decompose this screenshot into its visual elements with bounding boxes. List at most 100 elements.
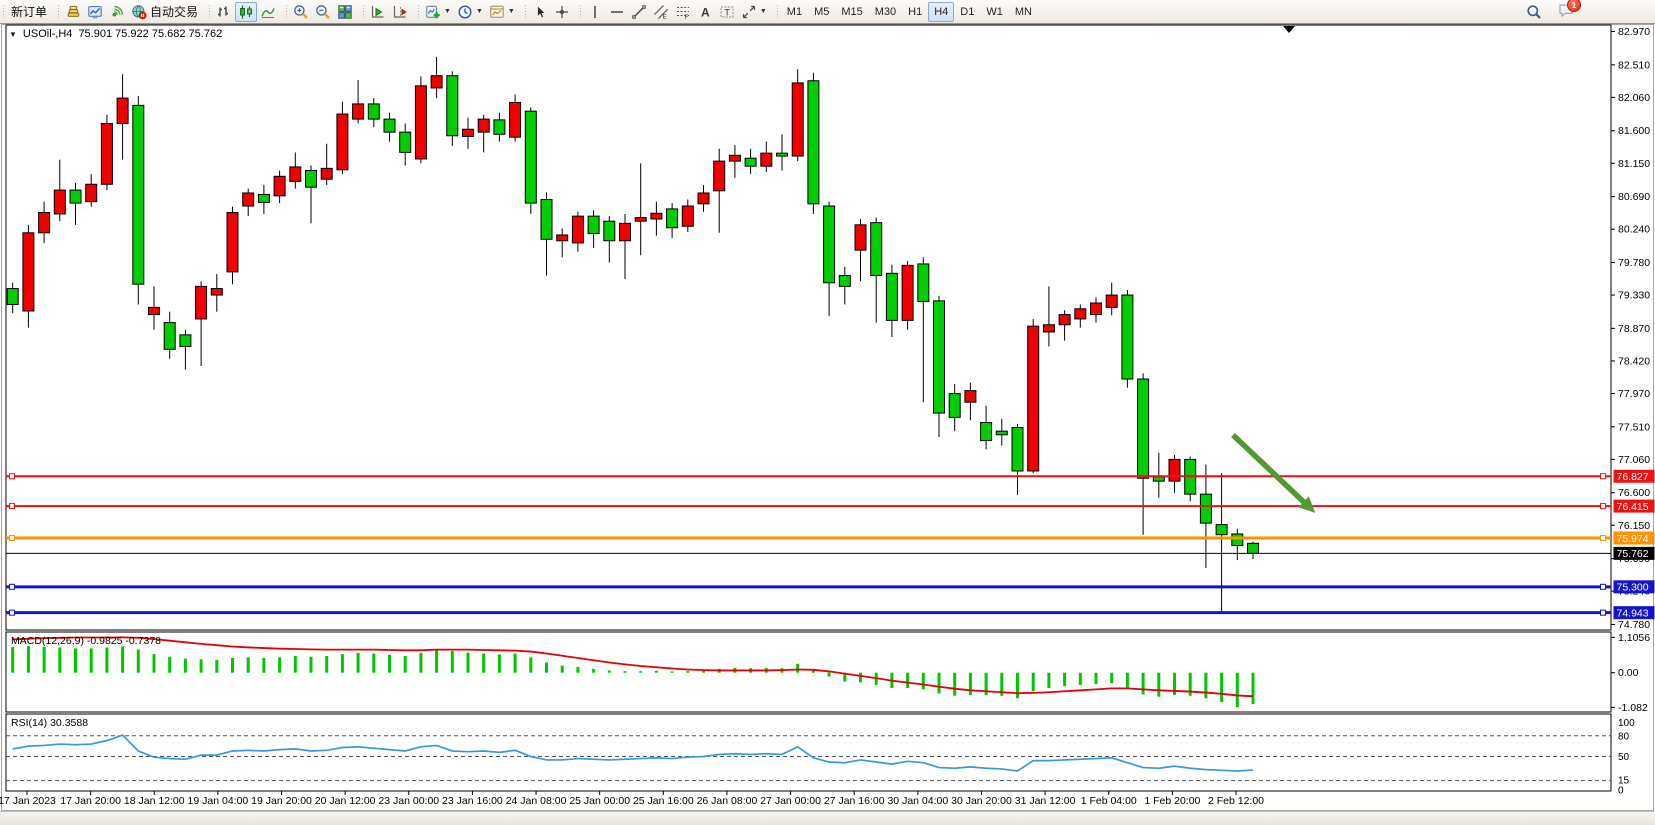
bear-candle bbox=[400, 132, 411, 152]
line-handle[interactable] bbox=[10, 504, 15, 509]
toolbar-group bbox=[360, 1, 415, 23]
bull-candle bbox=[902, 265, 913, 320]
market-watch-button[interactable] bbox=[84, 2, 106, 22]
signal-icon bbox=[109, 4, 125, 20]
chart-title: ▼ USOil-,H4 75.901 75.922 75.682 75.762 bbox=[9, 28, 222, 40]
bull-candle bbox=[965, 391, 976, 403]
time-tick-label: 25 Jan 00:00 bbox=[569, 795, 630, 807]
bear-candle bbox=[604, 221, 615, 241]
toolbar-group bbox=[522, 1, 577, 23]
line-handle[interactable] bbox=[10, 610, 15, 615]
rsi-label: RSI(14) 30.3588 bbox=[11, 717, 88, 729]
chart-canvas[interactable]: 82.97082.51082.06081.60081.15080.69080.2… bbox=[0, 0, 1655, 825]
bear-candle bbox=[996, 431, 1007, 435]
timeframe-d1[interactable]: D1 bbox=[954, 2, 980, 22]
bull-candle bbox=[39, 213, 50, 233]
tile-windows-icon bbox=[337, 4, 353, 20]
time-tick-label: 24 Jan 08:00 bbox=[506, 795, 567, 807]
bull-candle bbox=[337, 114, 348, 170]
time-tick-label: 31 Jan 12:00 bbox=[1015, 795, 1076, 807]
line-handle[interactable] bbox=[1601, 610, 1606, 615]
label-button[interactable]: T bbox=[716, 2, 738, 22]
bear-candle bbox=[258, 194, 269, 202]
rsi-pane[interactable] bbox=[6, 714, 1611, 791]
new-order-button[interactable]: 新订单 bbox=[7, 2, 51, 22]
periods-button[interactable]: ▼ bbox=[454, 2, 486, 22]
line-handle[interactable] bbox=[1601, 536, 1606, 541]
bear-candle bbox=[1216, 525, 1227, 535]
price-label-74.943[interactable]: 74.943 bbox=[1614, 606, 1655, 619]
price-tick-label: 80.240 bbox=[1618, 224, 1650, 236]
bull-candle bbox=[274, 176, 285, 196]
bull-candle bbox=[117, 98, 128, 123]
timeframe-m30[interactable]: M30 bbox=[869, 2, 902, 22]
auto-scroll-button[interactable] bbox=[367, 2, 389, 22]
zoom-out-button[interactable] bbox=[312, 2, 334, 22]
chart-dropdown-icon[interactable]: ▼ bbox=[9, 30, 17, 39]
line-handle[interactable] bbox=[1601, 584, 1606, 589]
bull-candle bbox=[463, 129, 474, 136]
current-price-label[interactable]: 75.762 bbox=[1614, 547, 1655, 560]
notifications-button[interactable]: 1 bbox=[1555, 2, 1577, 22]
indicators-button[interactable]: ▼ bbox=[422, 2, 454, 22]
time-tick-label: 27 Jan 00:00 bbox=[760, 795, 821, 807]
bull-candle bbox=[510, 102, 521, 137]
price-tick-label: 77.060 bbox=[1618, 454, 1650, 466]
vertical-line-button[interactable] bbox=[584, 2, 606, 22]
chevron-down-icon: ▼ bbox=[444, 8, 451, 15]
chart-symbol-period: USOil-,H4 bbox=[23, 28, 73, 40]
price-label-75.974[interactable]: 75.974 bbox=[1614, 532, 1655, 545]
price-chip-label: 74.943 bbox=[1617, 607, 1649, 619]
bull-candle bbox=[1106, 295, 1117, 307]
equidistant-channel-button[interactable]: E bbox=[650, 2, 672, 22]
signals-button[interactable] bbox=[106, 2, 128, 22]
chart-shift-button[interactable] bbox=[389, 2, 411, 22]
price-tick-label: 81.600 bbox=[1618, 125, 1650, 137]
timeframe-m5[interactable]: M5 bbox=[808, 2, 835, 22]
time-tick-label: 19 Jan 04:00 bbox=[188, 795, 249, 807]
line-chart-button[interactable] bbox=[257, 2, 279, 22]
chart-window[interactable]: 82.97082.51082.06081.60081.15080.69080.2… bbox=[0, 0, 1655, 825]
bull-candle bbox=[23, 233, 34, 311]
auto-trading-button[interactable]: 自动交易 bbox=[128, 2, 202, 22]
bull-candle bbox=[1169, 459, 1180, 481]
line-handle[interactable] bbox=[10, 474, 15, 479]
bear-candle bbox=[368, 104, 379, 119]
timeframe-m15[interactable]: M15 bbox=[835, 2, 868, 22]
crosshair-button[interactable] bbox=[551, 2, 573, 22]
line-handle[interactable] bbox=[10, 536, 15, 541]
cursor-icon bbox=[532, 4, 548, 20]
bar-chart-button[interactable] bbox=[213, 2, 235, 22]
bull-candle bbox=[557, 235, 568, 241]
line-handle[interactable] bbox=[1601, 504, 1606, 509]
timeframe-h1[interactable]: H1 bbox=[902, 2, 928, 22]
price-label-75.300[interactable]: 75.300 bbox=[1614, 580, 1655, 593]
trendline-button[interactable] bbox=[628, 2, 650, 22]
tile-windows-button[interactable] bbox=[334, 2, 356, 22]
price-tick-label: 77.510 bbox=[1618, 421, 1650, 433]
templates-button[interactable]: ▼ bbox=[486, 2, 518, 22]
bull-candle bbox=[86, 184, 97, 201]
bull-candle bbox=[196, 286, 207, 319]
mt4-terminal-window: 新订单自动交易▼▼▼EFAT▼M1M5M15M30H1H4D1W1MN1 82.… bbox=[0, 0, 1655, 825]
timeframe-m1[interactable]: M1 bbox=[781, 2, 808, 22]
cursor-button[interactable] bbox=[529, 2, 551, 22]
timeframe-mn[interactable]: MN bbox=[1009, 2, 1038, 22]
price-label-76.415[interactable]: 76.415 bbox=[1614, 500, 1655, 513]
line-handle[interactable] bbox=[10, 584, 15, 589]
arrows-button[interactable]: ▼ bbox=[738, 2, 770, 22]
timeframe-w1[interactable]: W1 bbox=[980, 2, 1009, 22]
timeframe-h4[interactable]: H4 bbox=[928, 2, 954, 22]
line-handle[interactable] bbox=[1601, 474, 1606, 479]
horizontal-line-button[interactable] bbox=[606, 2, 628, 22]
price-label-76.827[interactable]: 76.827 bbox=[1614, 470, 1655, 483]
bear-candle bbox=[1122, 295, 1133, 379]
search-button[interactable] bbox=[1523, 2, 1545, 22]
chart-ohlc-values: 75.901 75.922 75.682 75.762 bbox=[78, 28, 222, 40]
bull-candle bbox=[682, 206, 693, 226]
text-button[interactable]: A bbox=[694, 2, 716, 22]
charts-window-button[interactable] bbox=[62, 2, 84, 22]
fibonacci-button[interactable]: F bbox=[672, 2, 694, 22]
candlestick-chart-button[interactable] bbox=[235, 2, 257, 22]
zoom-in-button[interactable] bbox=[290, 2, 312, 22]
